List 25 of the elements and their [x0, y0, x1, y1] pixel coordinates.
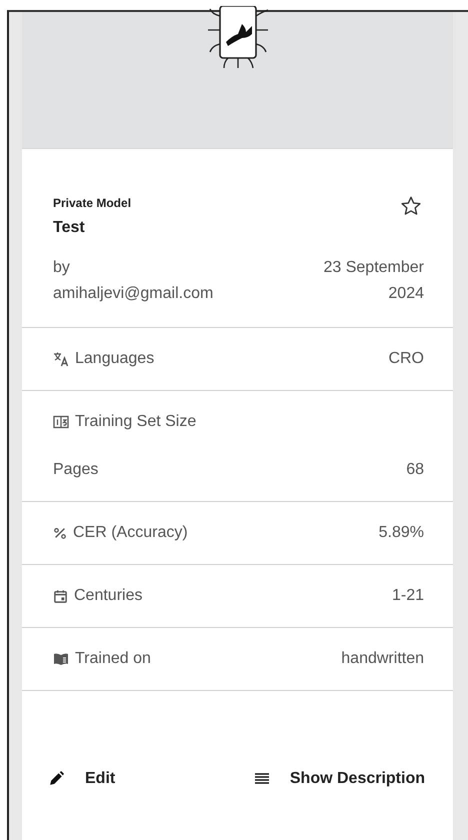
edit-button[interactable]: Edit	[44, 764, 120, 794]
property-value: 1-21	[392, 587, 424, 605]
property-label: Training Set Size	[75, 413, 196, 431]
date-text: 23 September 2024	[322, 258, 424, 304]
model-name: Test	[53, 219, 86, 237]
property-value: handwritten	[341, 650, 424, 668]
number-icon	[53, 414, 69, 430]
property-label: CER (Accuracy)	[73, 524, 188, 542]
property-label: Trained on	[75, 650, 151, 668]
book-icon	[53, 651, 69, 667]
property-label: Pages	[53, 461, 98, 479]
list-icon	[254, 770, 270, 786]
property-label: Languages	[75, 350, 154, 368]
property-value: 68	[406, 461, 424, 479]
percent-icon	[53, 526, 67, 540]
show-description-button[interactable]: Show Description	[250, 764, 429, 794]
property-value: 5.89%	[378, 524, 424, 542]
pencil-icon	[48, 770, 65, 787]
property-value: CRO	[388, 350, 424, 368]
property-label: Centuries	[74, 587, 142, 605]
translate-icon	[53, 351, 69, 367]
visibility-label: Private Model	[53, 196, 132, 210]
star-icon[interactable]	[400, 195, 422, 217]
calendar-icon	[53, 588, 68, 604]
author-text: by amihaljevi@gmail.com	[53, 258, 214, 304]
